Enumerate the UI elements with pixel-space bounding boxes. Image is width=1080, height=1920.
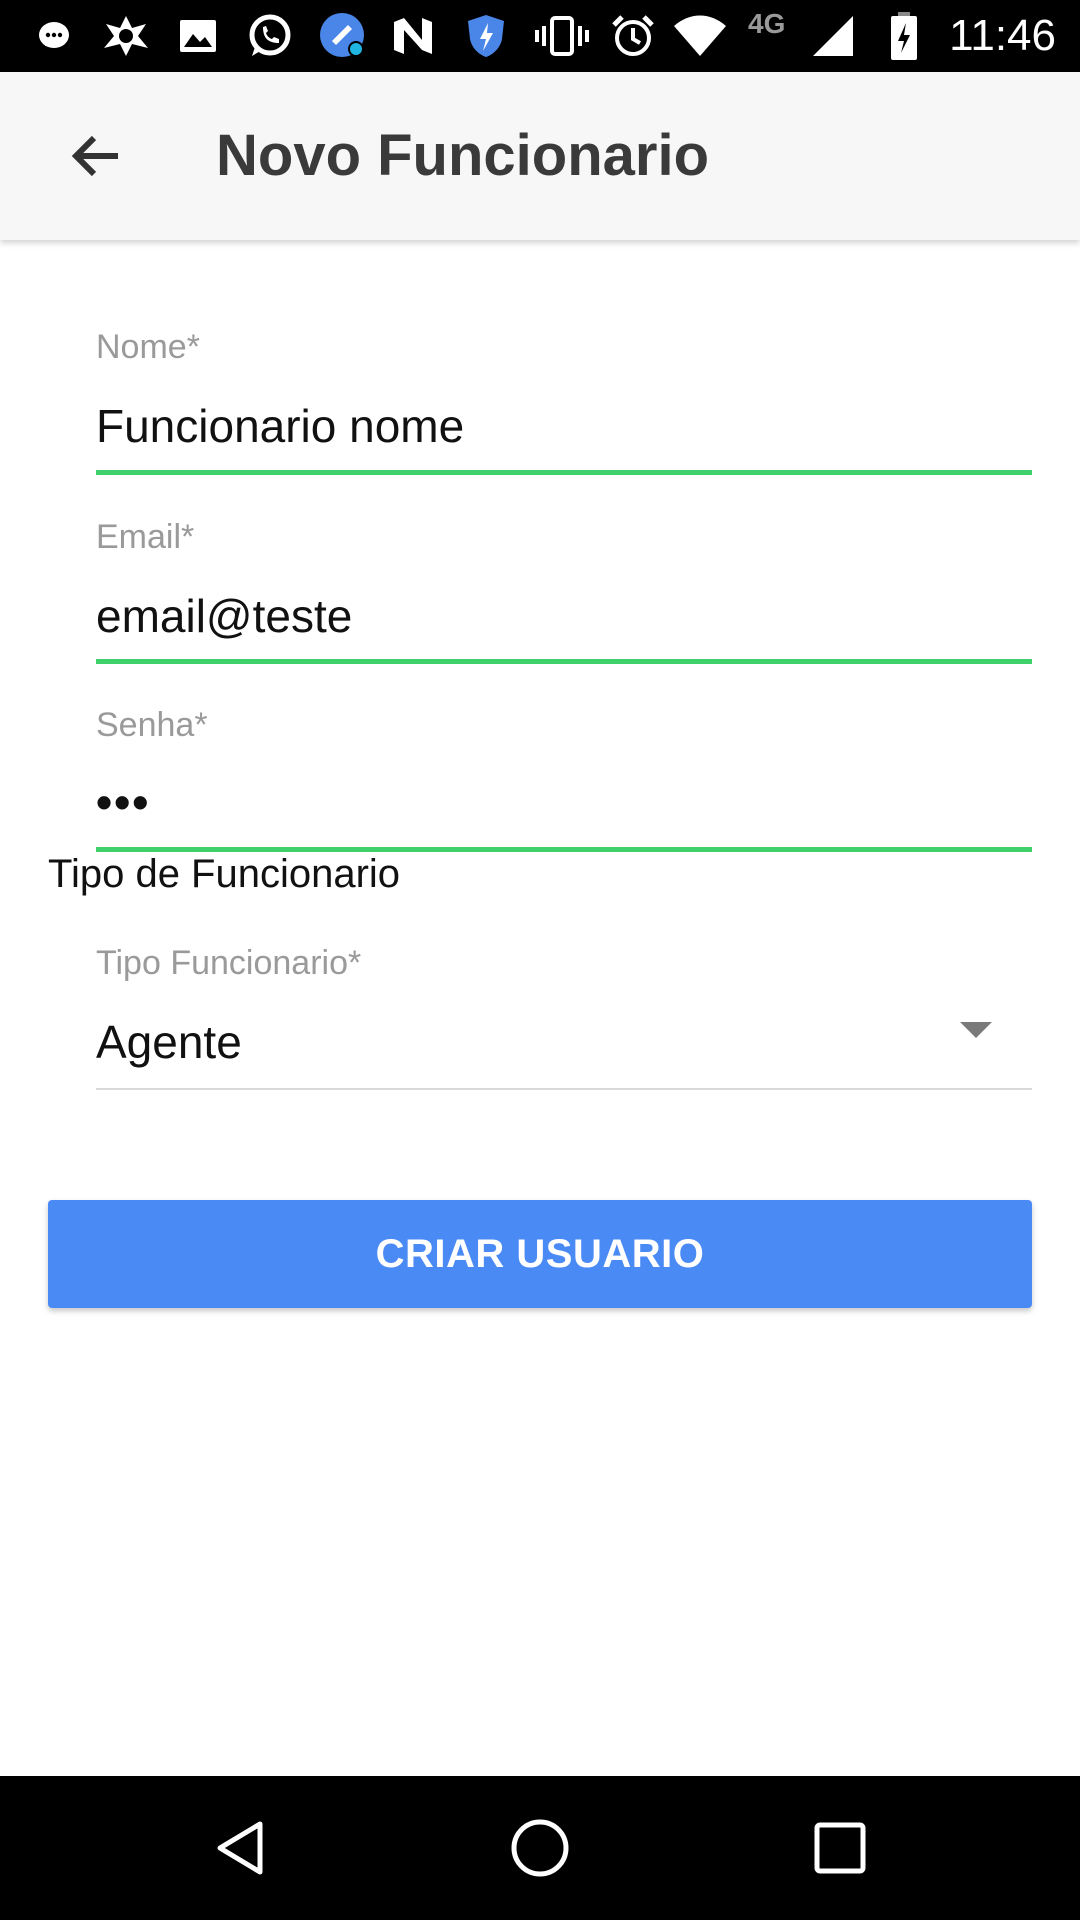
section-title: Tipo de Funcionario xyxy=(48,852,401,896)
home-circle-icon xyxy=(511,1819,569,1877)
password-field-label: Senha* xyxy=(96,706,208,744)
wifi-icon xyxy=(672,0,728,72)
name-input[interactable] xyxy=(96,396,976,456)
employee-type-underline xyxy=(96,1088,1032,1090)
password-input[interactable]: ••• xyxy=(96,772,976,832)
nav-back-button[interactable] xyxy=(168,1776,312,1920)
employee-type-value: Agente xyxy=(96,1016,242,1068)
avast-icon xyxy=(100,0,152,72)
email-field-underline xyxy=(96,659,1032,664)
name-field-label: Nome* xyxy=(96,328,200,366)
status-time: 11:46 xyxy=(949,11,1056,60)
name-field-underline xyxy=(96,470,1032,475)
cleaner-icon xyxy=(316,0,370,72)
gallery-icon xyxy=(176,0,220,72)
password-field: Senha* ••• xyxy=(96,702,1032,854)
vibrate-icon xyxy=(534,0,590,72)
signal-icon xyxy=(810,0,856,72)
status-bar: 4G 11:46 xyxy=(0,0,1080,72)
back-triangle-icon xyxy=(217,1821,263,1875)
nav-home-button[interactable] xyxy=(468,1776,612,1920)
recents-square-icon xyxy=(814,1822,866,1874)
battery-charging-icon xyxy=(884,0,924,72)
create-user-button[interactable]: CRIAR USUARIO xyxy=(48,1200,1032,1308)
navigation-bar xyxy=(0,1776,1080,1920)
back-button[interactable] xyxy=(52,112,140,200)
network-type: 4G xyxy=(748,8,786,39)
employee-type-label: Tipo Funcionario* xyxy=(96,944,362,982)
page-title: Novo Funcionario xyxy=(216,123,709,188)
whatsapp-icon xyxy=(244,0,296,72)
messenger-icon xyxy=(30,0,78,72)
alarm-icon xyxy=(608,0,658,72)
name-field: Nome* xyxy=(96,324,1032,476)
email-field: Email* xyxy=(96,514,1032,666)
nfc-icon xyxy=(390,0,436,72)
email-field-label: Email* xyxy=(96,518,195,556)
employee-type-select[interactable]: Tipo Funcionario* Agente xyxy=(96,940,1032,1092)
shield-icon xyxy=(462,0,510,72)
chevron-down-icon[interactable] xyxy=(960,1022,992,1038)
arrow-back-icon xyxy=(71,135,118,177)
app-bar: Novo Funcionario xyxy=(0,72,1080,240)
create-user-button-label: CRIAR USUARIO xyxy=(375,1231,705,1276)
email-input[interactable] xyxy=(96,586,976,646)
nav-recents-button[interactable] xyxy=(768,1776,912,1920)
